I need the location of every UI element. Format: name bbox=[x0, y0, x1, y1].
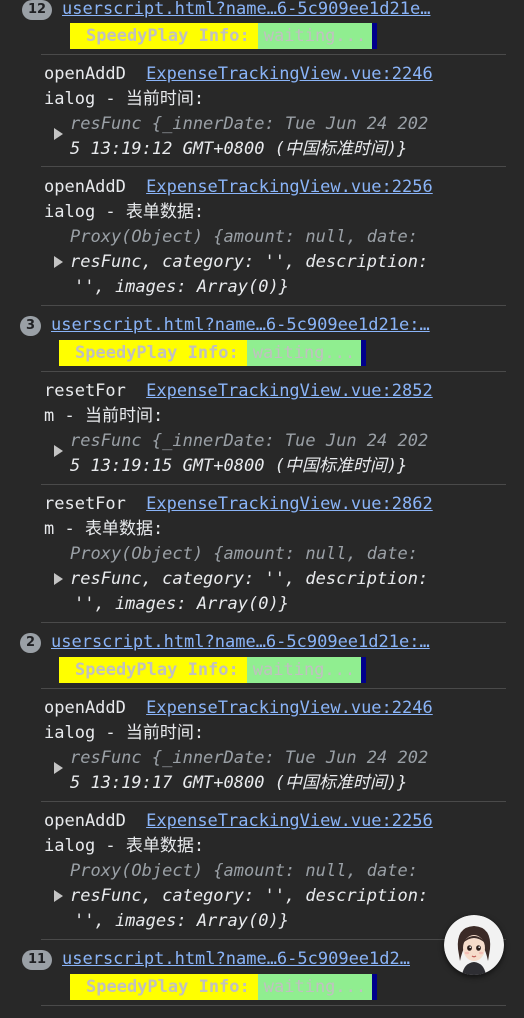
speedyplay-info-banner: SpeedyPlay Info: waiting... bbox=[59, 340, 367, 366]
log-message: resetFor bbox=[44, 494, 126, 514]
log-message-cont: m - 表单数据: bbox=[44, 519, 164, 539]
console-panel: 12 userscript.html?name…6-5c909ee1d21e… … bbox=[0, 0, 524, 1018]
repeat-count-badge: 2 bbox=[20, 633, 42, 653]
object-preview-cont: 5 13:19:15 GMT+0800 (中国标准时间)} bbox=[70, 456, 408, 476]
object-preview[interactable]: Proxy(Object) {amount: null, date: bbox=[70, 542, 418, 567]
userscript-source-link[interactable]: userscript.html?name…6-5c909ee1d2… bbox=[62, 948, 462, 970]
speedyplay-status: waiting... bbox=[257, 23, 373, 49]
userscript-source-link[interactable]: userscript.html?name…6-5c909ee1d21e:… bbox=[51, 314, 481, 336]
triangle-right-icon[interactable] bbox=[54, 762, 63, 774]
log-message: resetFor bbox=[44, 381, 126, 401]
divider bbox=[41, 622, 506, 623]
source-file-link[interactable]: ExpenseTrackingView.vue:2862 bbox=[146, 494, 433, 514]
log-message: openAddD bbox=[44, 64, 126, 84]
log-message: openAddD bbox=[44, 811, 126, 831]
speedyplay-label: SpeedyPlay Info: bbox=[59, 657, 247, 683]
log-message: openAddD bbox=[44, 177, 126, 197]
triangle-right-icon[interactable] bbox=[54, 573, 63, 585]
speedyplay-end-bar bbox=[372, 974, 378, 1000]
log-message-cont: ialog - 表单数据: bbox=[44, 202, 205, 222]
divider bbox=[41, 54, 506, 55]
avatar-illustration bbox=[444, 915, 504, 975]
object-preview[interactable]: resFunc {_innerDate: Tue Jun 24 202 bbox=[70, 746, 428, 771]
speedyplay-info-banner: SpeedyPlay Info: waiting... bbox=[70, 974, 378, 1000]
speedyplay-status: waiting... bbox=[246, 657, 362, 683]
speedyplay-end-bar bbox=[372, 23, 378, 49]
divider bbox=[41, 305, 506, 306]
object-preview-cont: 5 13:19:12 GMT+0800 (中国标准时间)} bbox=[70, 139, 408, 159]
object-preview[interactable]: resFunc {_innerDate: Tue Jun 24 202 bbox=[70, 112, 428, 137]
repeat-count-badge: 11 bbox=[22, 950, 53, 970]
speedyplay-end-bar bbox=[361, 340, 367, 366]
avatar-icon[interactable] bbox=[444, 915, 504, 975]
divider bbox=[41, 801, 506, 802]
speedyplay-status: waiting... bbox=[246, 340, 362, 366]
object-preview-cont: resFunc, category: '', description: bbox=[70, 886, 429, 906]
speedyplay-end-bar bbox=[361, 657, 367, 683]
object-preview-cont: resFunc, category: '', description: bbox=[70, 569, 429, 589]
speedyplay-label: SpeedyPlay Info: bbox=[70, 974, 258, 1000]
divider bbox=[41, 371, 506, 372]
triangle-right-icon[interactable] bbox=[54, 445, 63, 457]
source-file-link[interactable]: ExpenseTrackingView.vue:2256 bbox=[146, 177, 433, 197]
log-message: openAddD bbox=[44, 698, 126, 718]
divider bbox=[41, 1005, 506, 1006]
speedyplay-status: waiting... bbox=[257, 974, 373, 1000]
triangle-right-icon[interactable] bbox=[54, 256, 63, 268]
divider bbox=[41, 166, 506, 167]
log-message-cont: m - 当前时间: bbox=[44, 406, 164, 426]
speedyplay-label: SpeedyPlay Info: bbox=[59, 340, 247, 366]
userscript-source-link[interactable]: userscript.html?name…6-5c909ee1d21e… bbox=[62, 0, 482, 20]
object-preview-cont: 5 13:19:17 GMT+0800 (中国标准时间)} bbox=[70, 773, 408, 793]
object-preview-cont: resFunc, category: '', description: bbox=[70, 252, 429, 272]
object-preview-cont: '', images: Array(0)} bbox=[74, 594, 289, 614]
userscript-source-link[interactable]: userscript.html?name…6-5c909ee1d21e:… bbox=[51, 631, 481, 653]
log-message-cont: ialog - 当前时间: bbox=[44, 89, 205, 109]
object-preview[interactable]: Proxy(Object) {amount: null, date: bbox=[70, 225, 418, 250]
object-preview-cont: '', images: Array(0)} bbox=[74, 277, 289, 297]
repeat-count-badge: 12 bbox=[22, 0, 53, 20]
repeat-count-badge: 3 bbox=[20, 316, 42, 336]
speedyplay-label: SpeedyPlay Info: bbox=[70, 23, 258, 49]
divider bbox=[41, 484, 506, 485]
source-file-link[interactable]: ExpenseTrackingView.vue:2246 bbox=[146, 64, 433, 84]
source-file-link[interactable]: ExpenseTrackingView.vue:2852 bbox=[146, 381, 433, 401]
triangle-right-icon[interactable] bbox=[54, 128, 63, 140]
speedyplay-info-banner: SpeedyPlay Info: waiting... bbox=[70, 23, 378, 49]
object-preview-cont: '', images: Array(0)} bbox=[74, 911, 289, 931]
object-preview[interactable]: Proxy(Object) {amount: null, date: bbox=[70, 859, 418, 884]
source-file-link[interactable]: ExpenseTrackingView.vue:2246 bbox=[146, 698, 433, 718]
speedyplay-info-banner: SpeedyPlay Info: waiting... bbox=[59, 657, 367, 683]
divider bbox=[41, 939, 506, 940]
log-message-cont: ialog - 当前时间: bbox=[44, 723, 205, 743]
triangle-right-icon[interactable] bbox=[54, 890, 63, 902]
object-preview[interactable]: resFunc {_innerDate: Tue Jun 24 202 bbox=[70, 429, 428, 454]
divider bbox=[41, 688, 506, 689]
source-file-link[interactable]: ExpenseTrackingView.vue:2256 bbox=[146, 811, 433, 831]
log-message-cont: ialog - 表单数据: bbox=[44, 836, 205, 856]
